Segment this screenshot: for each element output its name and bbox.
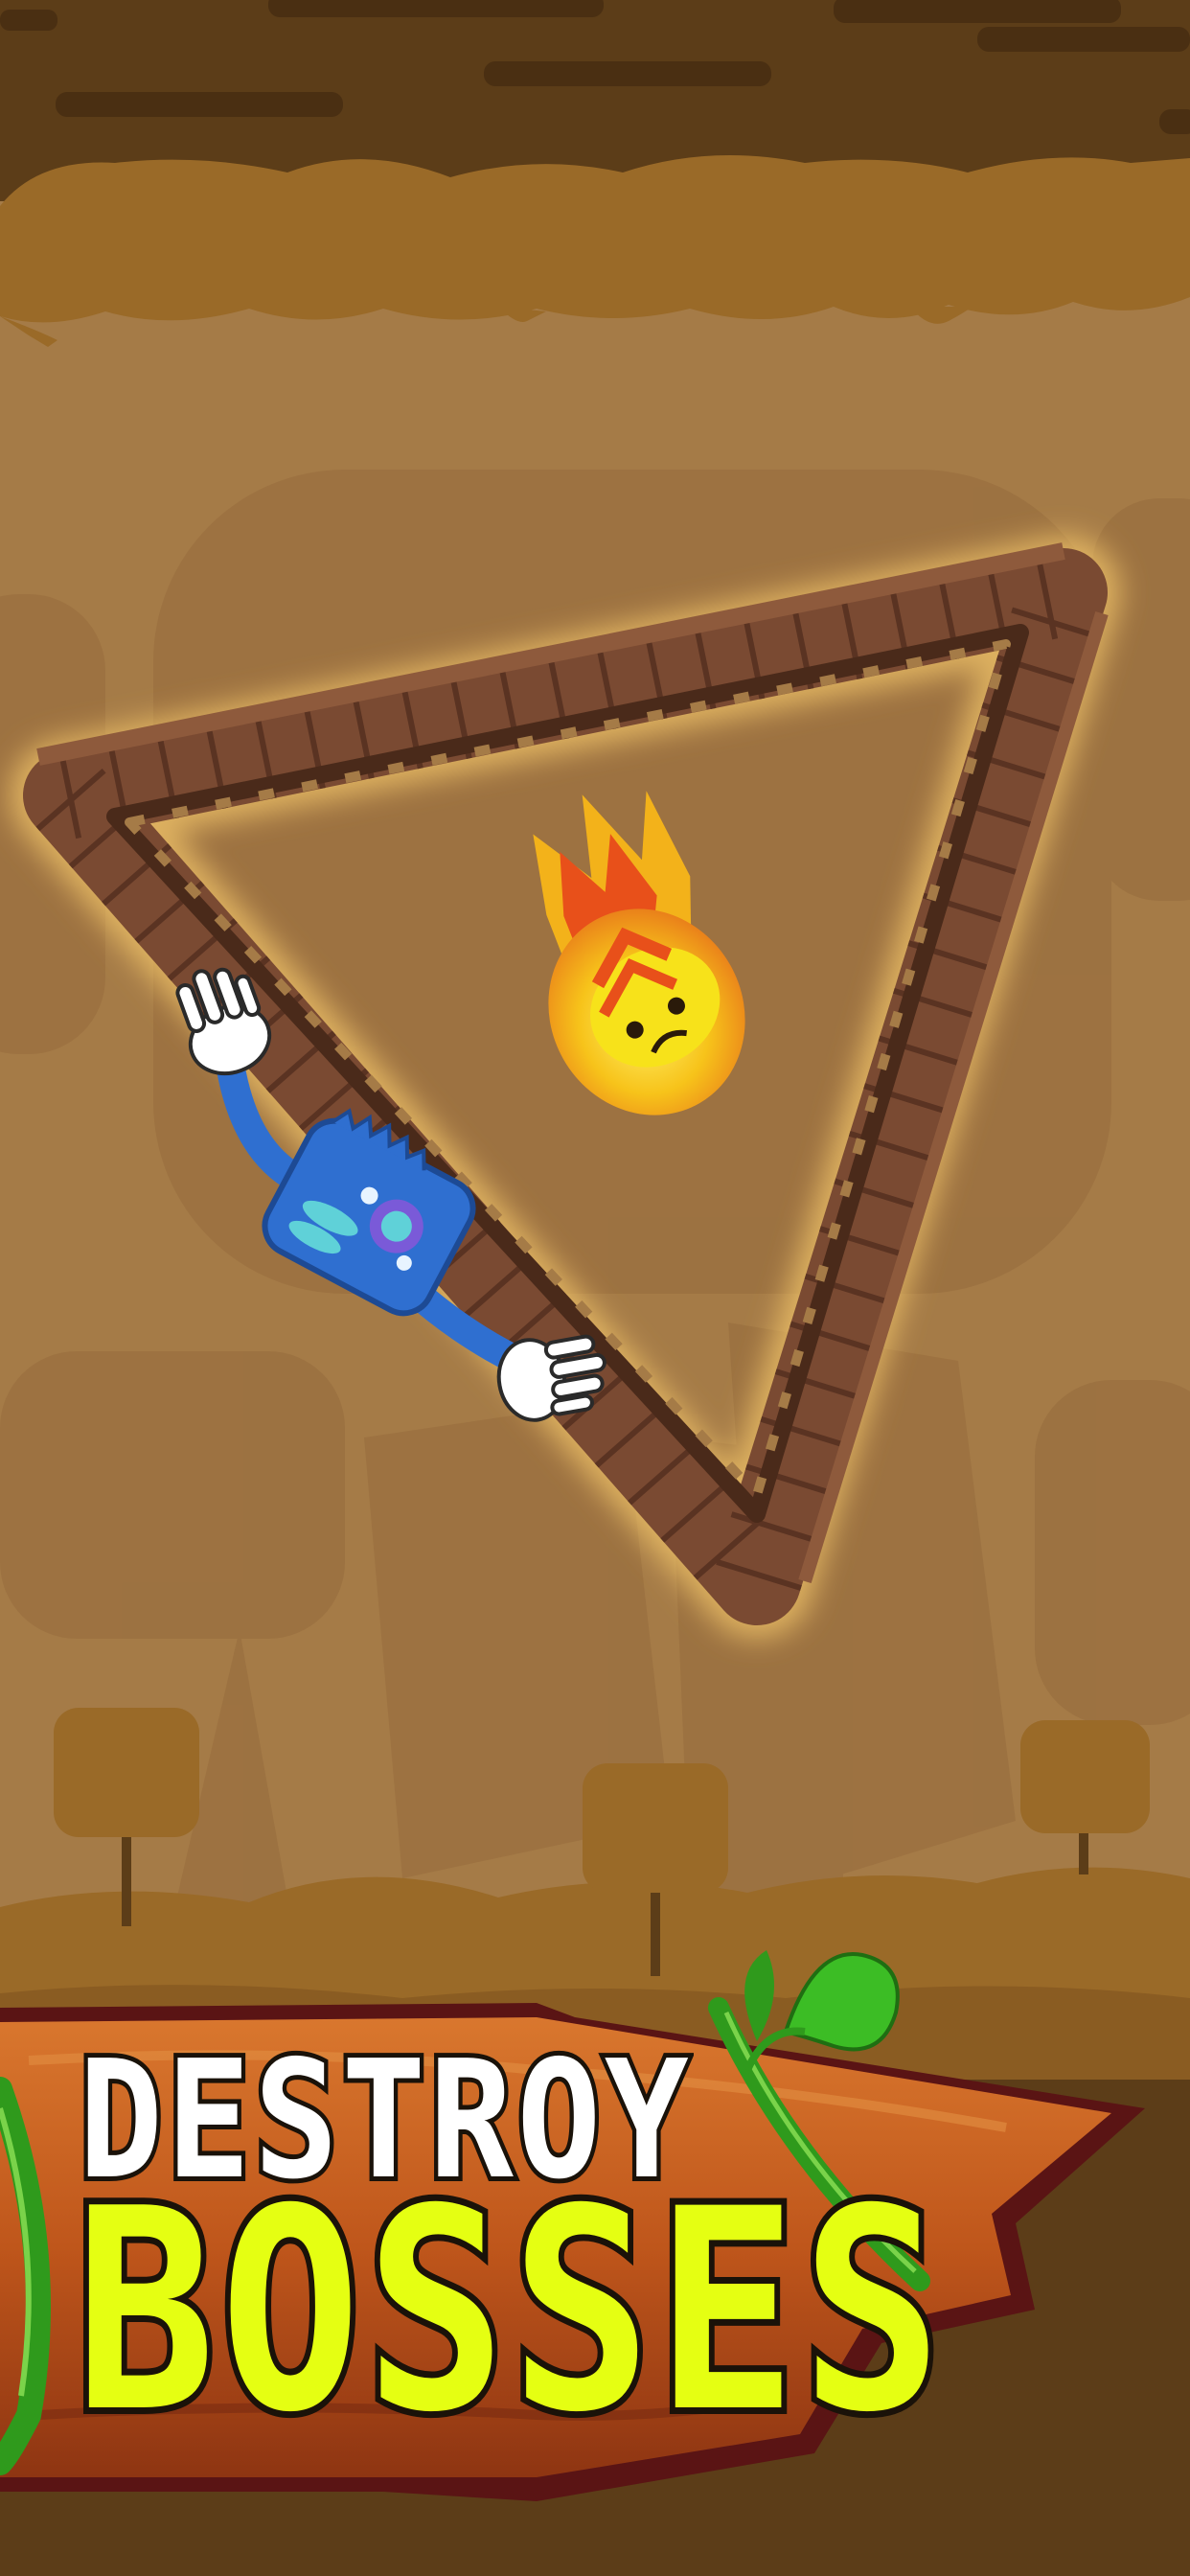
cave-ceiling bbox=[0, 0, 1190, 347]
title-line-bosses: BOSSES bbox=[69, 2150, 948, 2473]
signpost-right bbox=[1020, 1720, 1150, 1874]
